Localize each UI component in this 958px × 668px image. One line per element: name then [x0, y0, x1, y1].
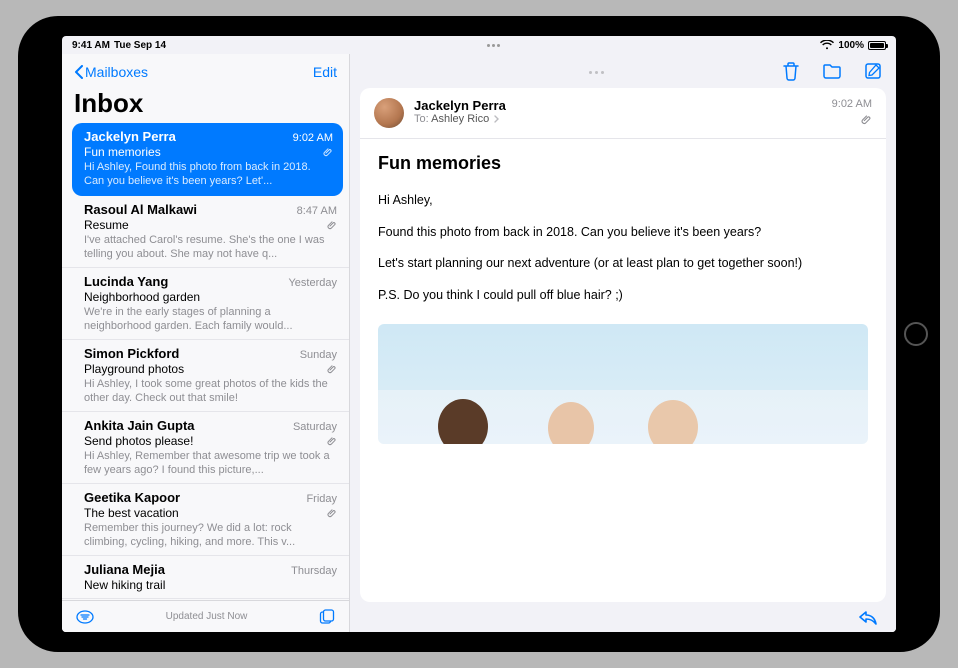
- battery-percent: 100%: [838, 40, 864, 51]
- compose-button[interactable]: [864, 62, 882, 80]
- message-item[interactable]: Simon Pickford Sunday Playground photos H…: [62, 340, 349, 412]
- mail-detail-pane: Jackelyn Perra To: Ashley Rico 9:02 AM: [350, 54, 896, 632]
- back-to-mailboxes[interactable]: Mailboxes: [74, 64, 148, 80]
- filter-button[interactable]: [76, 610, 94, 624]
- message-time: Thursday: [291, 565, 337, 577]
- message-time: Sunday: [300, 349, 337, 361]
- message-preview: Hi Ashley, Remember that awesome trip we…: [84, 449, 337, 477]
- message-subject: The best vacation: [84, 506, 179, 520]
- new-mailbox-button[interactable]: [319, 609, 335, 625]
- sync-status: Updated Just Now: [166, 611, 248, 622]
- status-date: Tue Sep 14: [114, 40, 166, 51]
- message-sender: Ankita Jain Gupta: [84, 418, 195, 433]
- message-time: Friday: [306, 493, 337, 505]
- screen: 9:41 AM Tue Sep 14 100%: [62, 36, 896, 632]
- message-time: Yesterday: [288, 277, 337, 289]
- mail-paragraph: P.S. Do you think I could pull off blue …: [378, 287, 868, 305]
- inbox-title: Inbox: [74, 86, 337, 123]
- wifi-icon: [820, 40, 834, 50]
- message-subject: Resume: [84, 218, 129, 232]
- message-item[interactable]: Lucinda Yang Yesterday Neighborhood garde…: [62, 268, 349, 340]
- home-button[interactable]: [904, 322, 928, 346]
- mail-app: Mailboxes Edit Inbox Jackelyn Perra 9:02…: [62, 54, 896, 632]
- message-item[interactable]: Juliana Mejia Thursday New hiking trail: [62, 556, 349, 599]
- message-preview: Remember this journey? We did a lot: roc…: [84, 521, 337, 549]
- attached-photo[interactable]: [378, 324, 868, 444]
- sidebar: Mailboxes Edit Inbox Jackelyn Perra 9:02…: [62, 54, 350, 632]
- mail-paragraph: Found this photo from back in 2018. Can …: [378, 224, 868, 242]
- mail-body[interactable]: Fun memories Hi Ashley, Found this photo…: [360, 139, 886, 602]
- message-sender: Juliana Mejia: [84, 562, 165, 577]
- edit-button[interactable]: Edit: [313, 64, 337, 80]
- ipad-frame: 9:41 AM Tue Sep 14 100%: [18, 16, 940, 652]
- back-label: Mailboxes: [85, 64, 148, 80]
- delete-button[interactable]: [782, 61, 800, 81]
- mail-paragraph: Hi Ashley,: [378, 192, 868, 210]
- chevron-right-icon: [494, 115, 500, 123]
- mail-card: Jackelyn Perra To: Ashley Rico 9:02 AM: [360, 88, 886, 602]
- status-bar: 9:41 AM Tue Sep 14 100%: [62, 36, 896, 54]
- message-subject: Neighborhood garden: [84, 290, 200, 304]
- battery-icon: [868, 41, 886, 50]
- reply-button[interactable]: [858, 609, 878, 625]
- status-time: 9:41 AM: [72, 40, 110, 51]
- attachment-icon: [861, 114, 872, 125]
- attachment-icon: [327, 220, 337, 230]
- message-time: 9:02 AM: [293, 132, 333, 144]
- mail-from: Jackelyn Perra: [414, 98, 872, 113]
- message-time: 8:47 AM: [297, 205, 337, 217]
- mail-subject: Fun memories: [378, 153, 868, 174]
- mail-text: Hi Ashley, Found this photo from back in…: [378, 192, 868, 318]
- move-button[interactable]: [822, 63, 842, 79]
- multitask-dots[interactable]: [410, 69, 782, 74]
- message-preview: I've attached Carol's resume. She's the …: [84, 233, 337, 261]
- message-sender: Simon Pickford: [84, 346, 179, 361]
- message-list[interactable]: Jackelyn Perra 9:02 AM Fun memories Hi A…: [62, 123, 349, 600]
- mail-to[interactable]: To: Ashley Rico: [414, 113, 872, 125]
- message-item[interactable]: Geetika Kapoor Friday The best vacation R…: [62, 484, 349, 556]
- attachment-icon: [327, 436, 337, 446]
- detail-toolbar: [350, 54, 896, 88]
- to-name: Ashley Rico: [431, 113, 489, 125]
- to-label: To:: [414, 113, 429, 125]
- message-subject: Fun memories: [84, 145, 161, 159]
- chevron-left-icon: [74, 65, 83, 79]
- sender-avatar[interactable]: [374, 98, 404, 128]
- message-sender: Jackelyn Perra: [84, 129, 176, 144]
- message-sender: Rasoul Al Malkawi: [84, 202, 197, 217]
- mail-paragraph: Let's start planning our next adventure …: [378, 255, 868, 273]
- multitask-indicator[interactable]: [166, 44, 820, 47]
- attachment-icon: [323, 147, 333, 157]
- message-subject: New hiking trail: [84, 578, 165, 592]
- attachment-icon: [327, 364, 337, 374]
- message-item[interactable]: Ankita Jain Gupta Saturday Send photos pl…: [62, 412, 349, 484]
- message-item[interactable]: Jackelyn Perra 9:02 AM Fun memories Hi A…: [72, 123, 343, 196]
- mail-time: 9:02 AM: [832, 98, 872, 110]
- sidebar-footer: Updated Just Now: [62, 600, 349, 632]
- message-time: Saturday: [293, 421, 337, 433]
- attachment-icon: [327, 508, 337, 518]
- message-subject: Playground photos: [84, 362, 184, 376]
- message-sender: Lucinda Yang: [84, 274, 168, 289]
- message-preview: We're in the early stages of planning a …: [84, 305, 337, 333]
- message-sender: Geetika Kapoor: [84, 490, 180, 505]
- message-preview: Hi Ashley, I took some great photos of t…: [84, 377, 337, 405]
- mail-header[interactable]: Jackelyn Perra To: Ashley Rico 9:02 AM: [360, 88, 886, 139]
- message-preview: Hi Ashley, Found this photo from back in…: [84, 160, 333, 188]
- message-item[interactable]: Rasoul Al Malkawi 8:47 AM Resume I've att…: [62, 196, 349, 268]
- message-subject: Send photos please!: [84, 434, 193, 448]
- detail-footer: [350, 602, 896, 632]
